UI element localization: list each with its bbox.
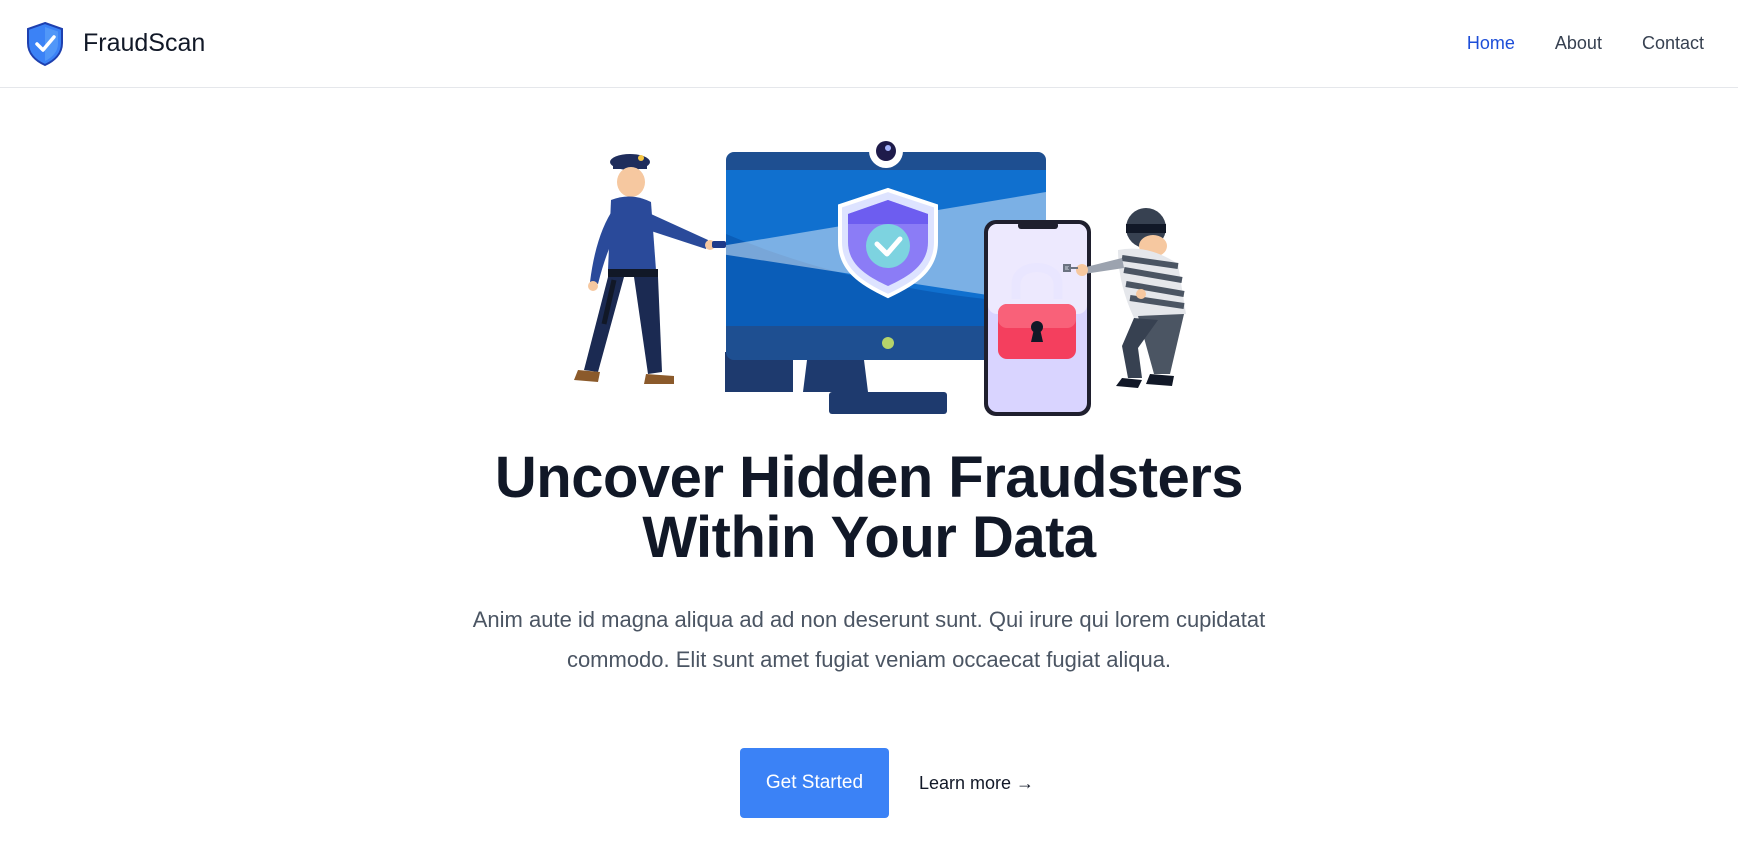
brand-name: FraudScan xyxy=(83,29,206,57)
hero-title-line-1: Uncover Hidden Fraudsters xyxy=(494,445,1244,510)
cta-group: Get Started Learn more → xyxy=(0,748,1738,818)
shield-check-icon xyxy=(27,21,63,66)
nav-links: Home About Contact xyxy=(1467,33,1704,54)
phone-illustration xyxy=(984,220,1091,416)
hero-illustration xyxy=(574,134,1186,416)
get-started-button[interactable]: Get Started xyxy=(739,748,889,818)
navbar: FraudScan Home About Contact xyxy=(0,0,1738,88)
brand-link[interactable]: FraudScan xyxy=(25,21,205,67)
hero-description: Anim aute id magna aliqua ad ad non dese… xyxy=(472,607,1266,672)
nav-about-link[interactable]: About xyxy=(1555,33,1602,54)
nav-home-link[interactable]: Home xyxy=(1467,33,1515,54)
hero-title-line-2: Within Your Data xyxy=(642,505,1096,570)
police-officer-illustration xyxy=(574,154,726,384)
learn-more-link[interactable]: Learn more → xyxy=(919,773,1034,794)
nav-contact-link[interactable]: Contact xyxy=(1642,33,1704,54)
hero-title: Uncover Hidden Fraudsters Within Your Da… xyxy=(369,448,1369,568)
